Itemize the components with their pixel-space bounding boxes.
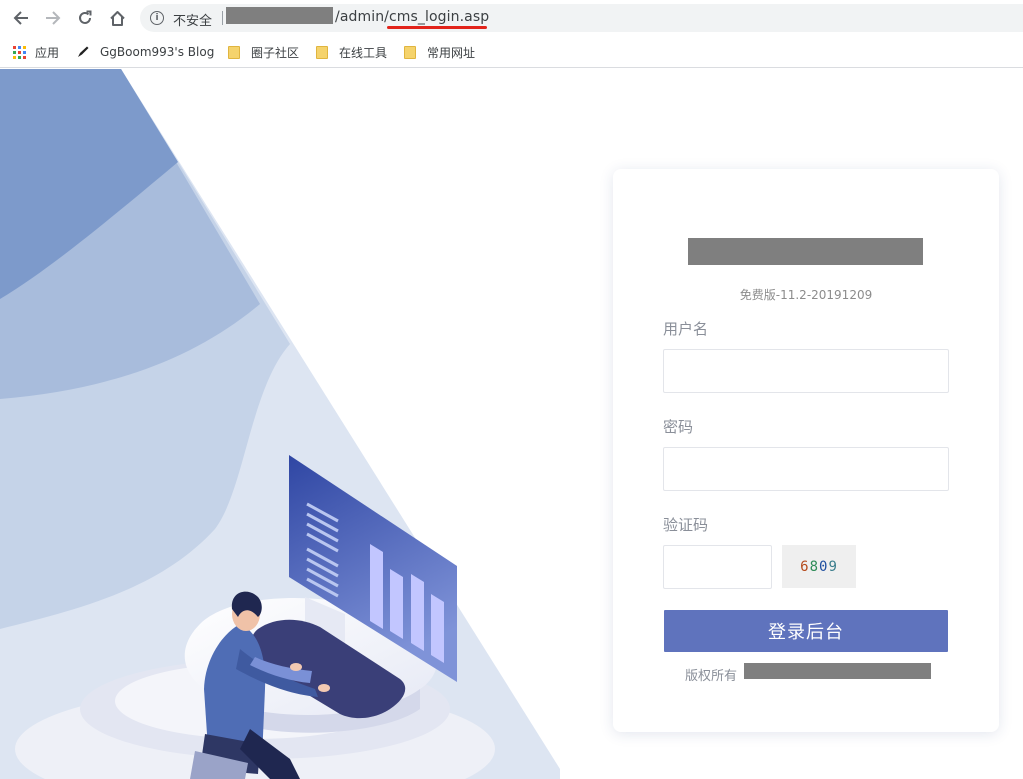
back-arrow-icon[interactable] xyxy=(8,6,34,30)
version-label: 免费版-11.2-20191209 xyxy=(739,288,873,302)
captcha-image[interactable]: 6 8 0 9 xyxy=(782,545,856,588)
address-divider xyxy=(222,11,223,25)
info-icon[interactable]: i xyxy=(150,11,164,25)
url-highlight-underline xyxy=(387,26,487,29)
site-logo-redaction xyxy=(688,238,923,265)
workstation-illustration xyxy=(0,69,560,779)
bookmark-label: GgBoom993's Blog xyxy=(100,45,215,59)
bookmark-blog[interactable]: GgBoom993's Blog xyxy=(76,42,214,62)
url-path[interactable]: /admin/cms_login.asp xyxy=(335,9,489,25)
security-label[interactable]: 不安全 xyxy=(173,10,212,29)
folder-icon xyxy=(404,45,416,59)
address-bar[interactable]: i 不安全 /admin/cms_login.asp xyxy=(140,4,1023,32)
pen-icon xyxy=(78,46,89,57)
password-input[interactable] xyxy=(663,447,949,491)
bookmark-apps[interactable]: 应用 xyxy=(13,42,59,62)
bookmark-label: 常用网址 xyxy=(427,45,476,60)
username-label: 用户名 xyxy=(663,320,709,338)
username-input[interactable] xyxy=(663,349,949,393)
apps-grid-icon xyxy=(13,45,26,59)
captcha-input[interactable] xyxy=(663,545,772,589)
copyright-label: 版权所有 xyxy=(685,669,738,684)
captcha-label: 验证码 xyxy=(663,516,709,534)
login-submit-button[interactable]: 登录后台 xyxy=(664,610,948,652)
home-icon[interactable] xyxy=(104,6,130,30)
forward-arrow-icon[interactable] xyxy=(40,6,66,30)
captcha-digit: 9 xyxy=(828,558,838,575)
captcha-digit: 8 xyxy=(809,558,819,575)
url-host-redaction xyxy=(226,7,333,24)
folder-icon xyxy=(228,45,240,59)
folder-icon xyxy=(316,45,328,59)
copyright-owner-redaction xyxy=(744,663,931,679)
captcha-digit: 0 xyxy=(819,558,829,575)
reload-icon[interactable] xyxy=(72,6,98,30)
bookmark-label: 在线工具 xyxy=(339,45,388,60)
bookmark-label: 圈子社区 xyxy=(251,45,300,60)
bookmark-label: 应用 xyxy=(35,45,60,60)
login-page: 免费版-11.2-20191209 用户名 密码 验证码 6 8 0 9 登录后… xyxy=(0,69,1023,779)
bookmark-common-sites[interactable]: 常用网址 xyxy=(404,42,475,62)
password-label: 密码 xyxy=(663,418,694,436)
bookmark-circle-community[interactable]: 圈子社区 xyxy=(228,42,299,62)
browser-toolbar: i 不安全 /admin/cms_login.asp xyxy=(0,0,1023,36)
captcha-digit: 6 xyxy=(800,558,810,575)
bookmark-online-tools[interactable]: 在线工具 xyxy=(316,42,387,62)
login-card: 免费版-11.2-20191209 用户名 密码 验证码 6 8 0 9 登录后… xyxy=(613,169,999,732)
bookmarks-bar: 应用 GgBoom993's Blog 圈子社区 在线工具 常用网址 xyxy=(0,36,1023,68)
